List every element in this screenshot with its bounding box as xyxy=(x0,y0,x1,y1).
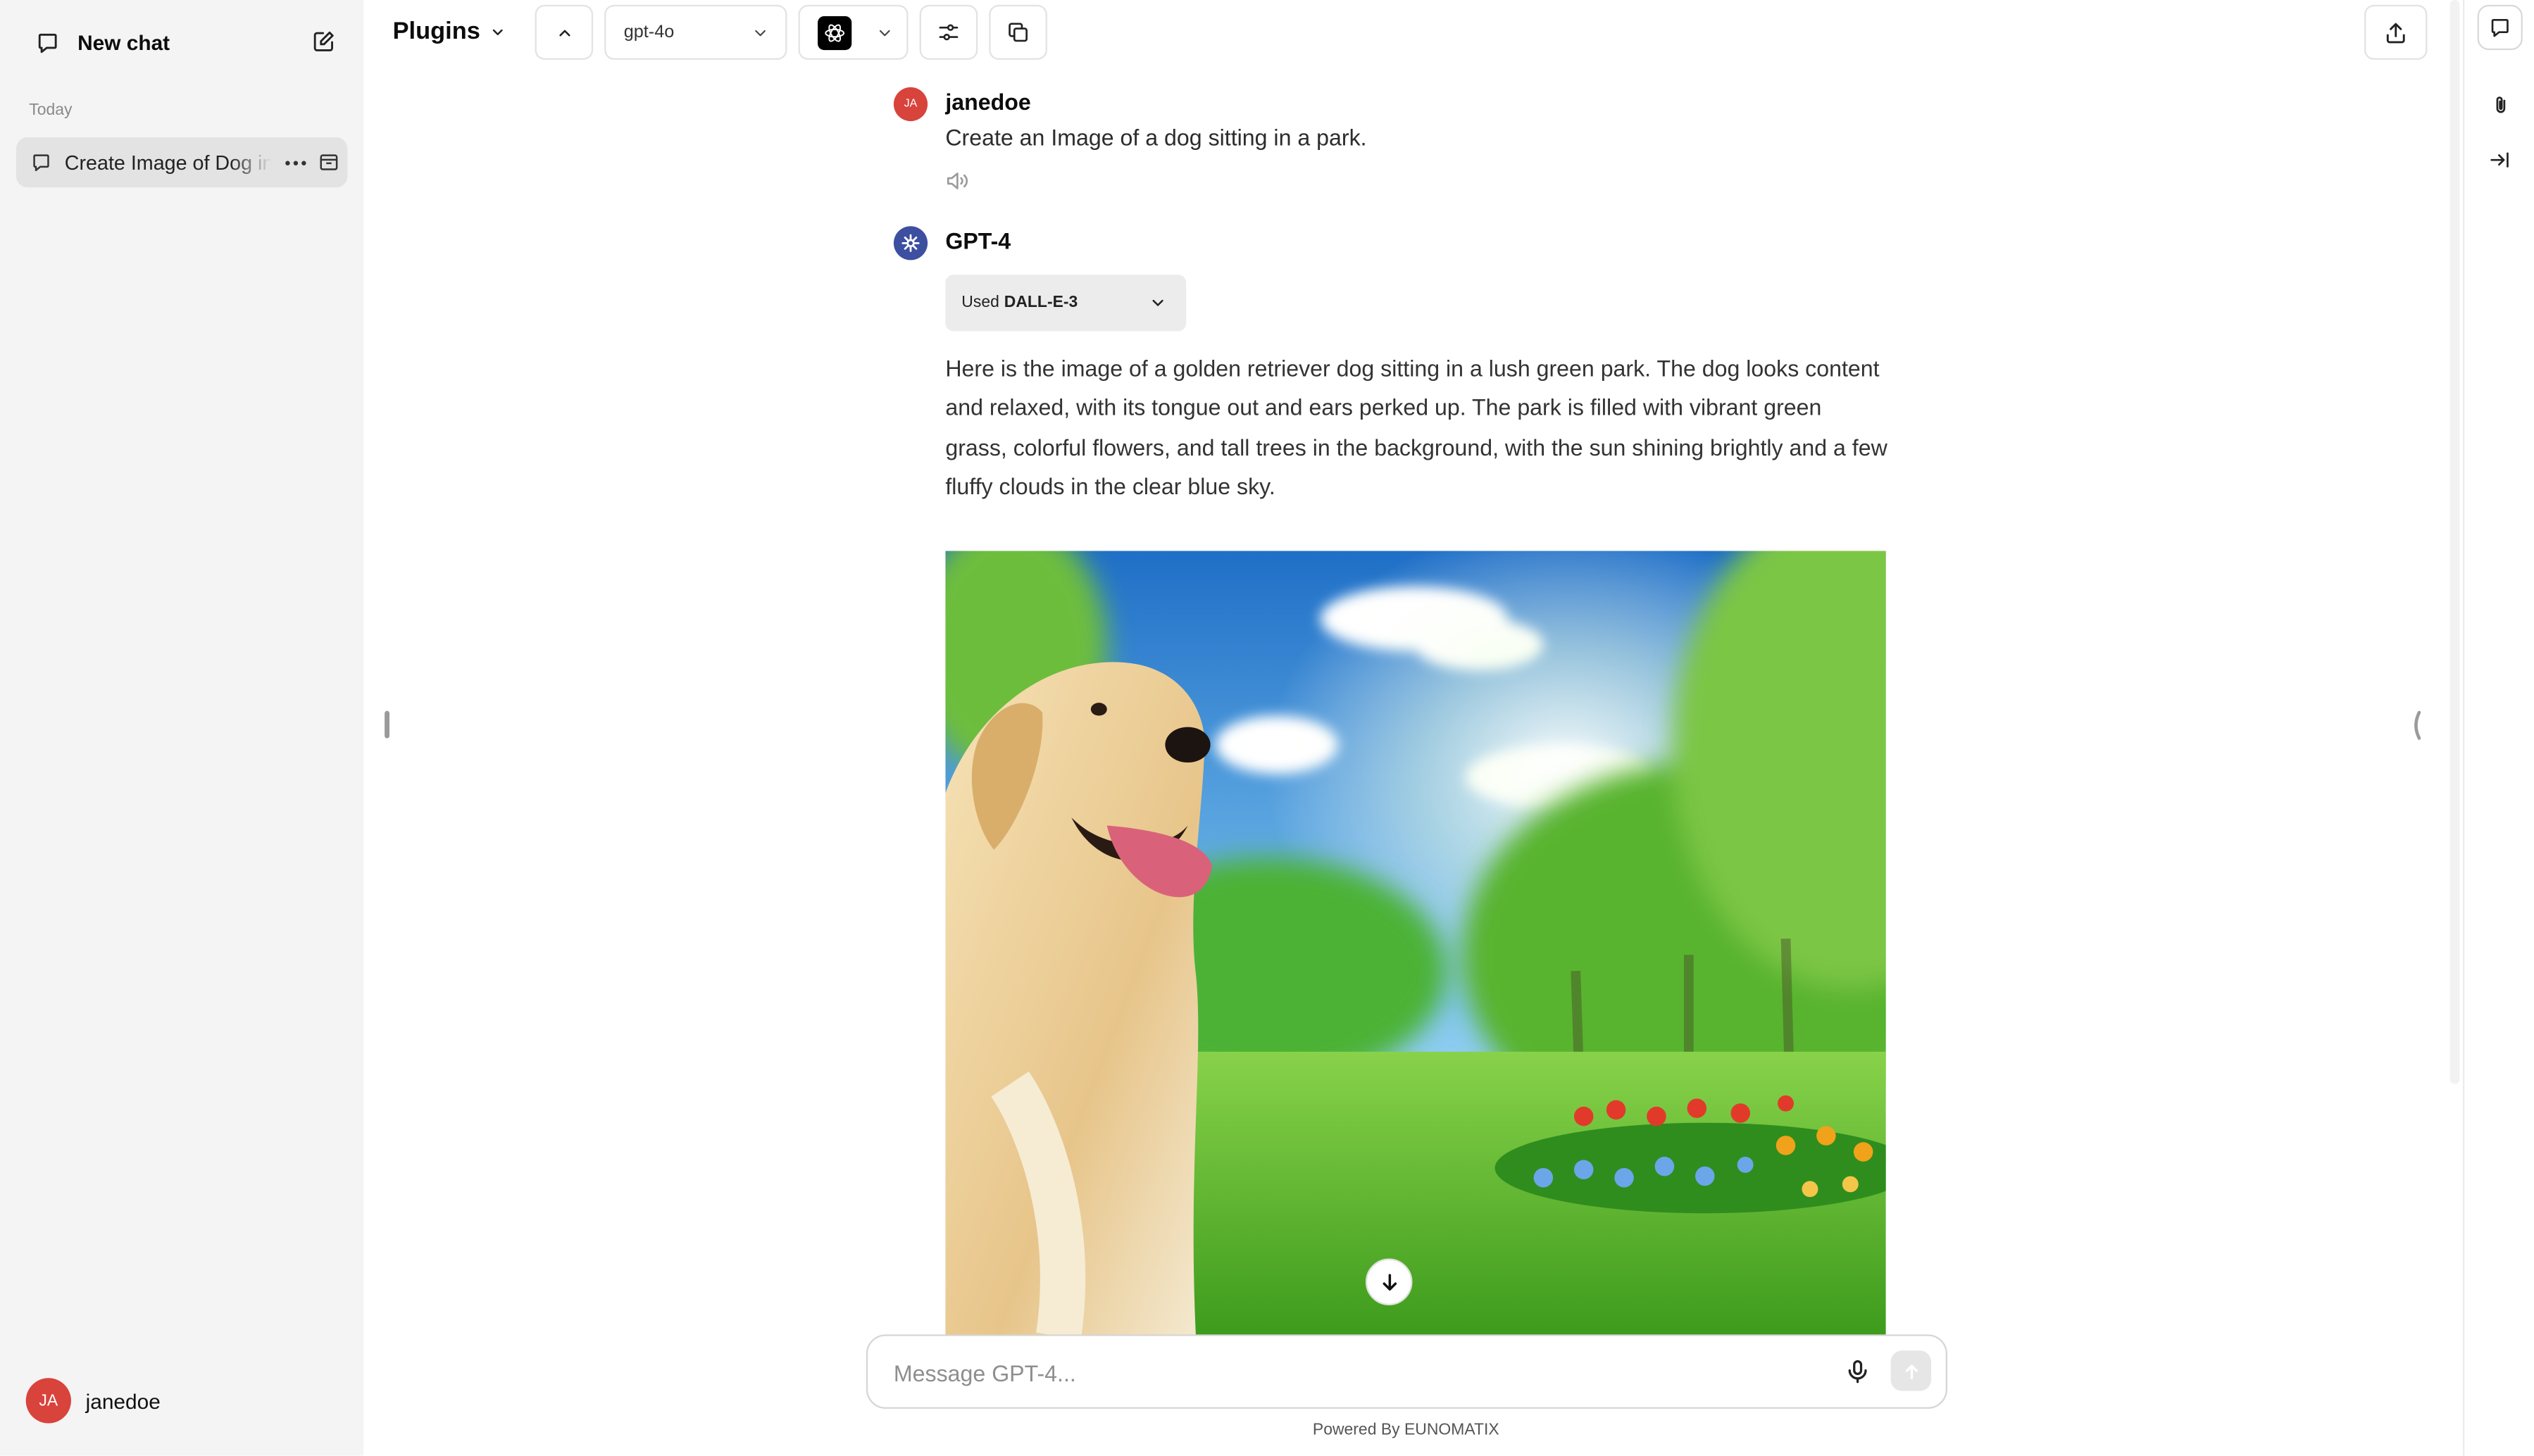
share-icon xyxy=(2384,20,2408,44)
scroll-to-bottom-button[interactable] xyxy=(1365,1258,1413,1306)
send-button[interactable] xyxy=(1890,1350,1932,1391)
tool-call-prefix: Used xyxy=(961,294,999,312)
arrow-right-to-line-icon xyxy=(2489,149,2511,171)
avatar: JA xyxy=(25,1378,71,1424)
chevron-down-icon xyxy=(490,23,506,39)
section-today-label: Today xyxy=(29,101,73,120)
endpoint-menu[interactable]: Plugins xyxy=(393,18,506,45)
speaker-icon xyxy=(945,170,971,192)
user-message-author: janedoe xyxy=(945,89,1031,115)
new-chat-label: New chat xyxy=(77,30,170,54)
conversation-item[interactable]: Create Image of Dog in a Park xyxy=(15,137,348,188)
chevron-down-icon xyxy=(751,23,769,41)
collapse-panel-button[interactable] xyxy=(2487,147,2513,173)
arrow-down-icon xyxy=(1378,1271,1400,1293)
sliders-icon xyxy=(937,21,960,44)
assistant-message-text: Here is the image of a golden retriever … xyxy=(945,355,1887,499)
compose-icon[interactable] xyxy=(312,29,336,53)
new-chat-button[interactable]: New chat xyxy=(16,15,347,70)
user-message-text: Create an Image of a dog sitting in a pa… xyxy=(945,124,1367,151)
more-options-icon[interactable] xyxy=(285,159,307,165)
copy-icon xyxy=(1007,21,1030,44)
model-select-value: gpt-4o xyxy=(623,23,675,42)
settings-button[interactable] xyxy=(919,4,978,60)
read-aloud-button[interactable] xyxy=(945,170,971,192)
side-panel-handle[interactable] xyxy=(2411,710,2421,740)
share-button[interactable] xyxy=(2364,4,2428,60)
powered-by-note: Powered By EUNOMATIX xyxy=(1312,1422,1499,1440)
chevron-down-icon xyxy=(876,23,894,41)
send-arrow-icon xyxy=(1902,1361,1921,1381)
conversation-title: Create Image of Dog in a Park xyxy=(64,151,272,174)
sidebar: New chat Today Create Image of Dog in a … xyxy=(0,0,364,1456)
microphone-icon[interactable] xyxy=(1844,1357,1871,1386)
archive-icon[interactable] xyxy=(318,152,339,173)
scrollbar[interactable] xyxy=(2449,0,2460,1084)
chevron-up-icon xyxy=(555,23,573,41)
presets-button[interactable] xyxy=(989,4,1047,60)
assistant-avatar xyxy=(893,226,928,261)
user-profile[interactable]: JA janedoe xyxy=(25,1378,161,1424)
assistant-panel-button[interactable] xyxy=(2477,4,2523,51)
chat-bubble-icon xyxy=(31,152,52,173)
model-select[interactable]: gpt-4o xyxy=(604,4,787,60)
message-input[interactable] xyxy=(890,1336,1802,1411)
assistant-message-author: GPT-4 xyxy=(945,227,1011,254)
user-name: janedoe xyxy=(85,1388,161,1413)
endpoint-select[interactable] xyxy=(798,4,909,60)
paperclip-icon xyxy=(2490,94,2511,116)
side-panel-rail xyxy=(2462,0,2534,1456)
sidebar-resize-handle[interactable] xyxy=(385,710,389,739)
chat-bubble-icon xyxy=(35,30,59,54)
collapse-toolbar-button[interactable] xyxy=(535,4,594,60)
message-composer xyxy=(866,1334,1947,1411)
chat-bubble-icon xyxy=(2489,16,2511,39)
tool-call-name: DALL-E-3 xyxy=(1004,294,1078,312)
openai-logo-icon xyxy=(818,15,852,49)
generated-image[interactable] xyxy=(945,551,1886,1336)
page-title: Plugins xyxy=(392,18,480,46)
chevron-down-icon xyxy=(1149,294,1166,312)
user-avatar: JA xyxy=(893,87,928,122)
attach-files-button[interactable] xyxy=(2487,92,2513,118)
tool-call-toggle[interactable]: Used DALL-E-3 xyxy=(945,275,1187,332)
